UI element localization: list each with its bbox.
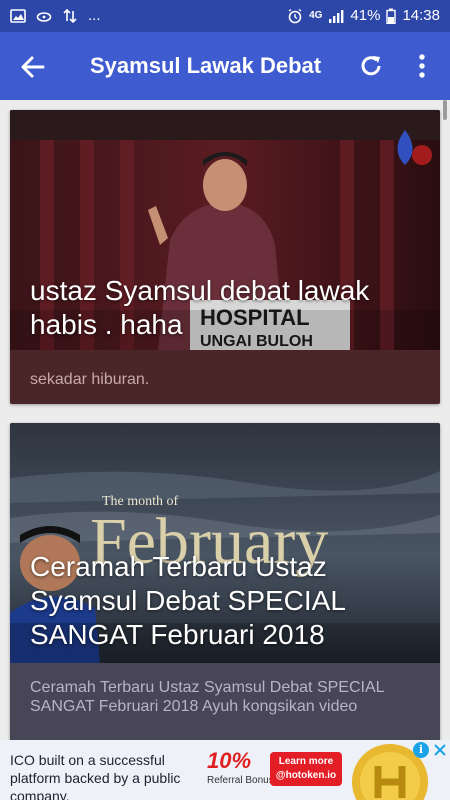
data-transfer-icon bbox=[63, 8, 77, 24]
app-bar: Syamsul Lawak Debat bbox=[0, 32, 450, 100]
video-title[interactable]: Ceramah Terbaru Ustaz Syamsul Debat SPEC… bbox=[30, 550, 425, 652]
ad-banner[interactable]: ICO built on a successful platform backe… bbox=[0, 740, 450, 800]
ad-cta-line1: Learn more bbox=[278, 756, 334, 767]
video-feed[interactable]: HOSPITAL UNGAI BULOH ustaz Syamsul debat… bbox=[0, 100, 450, 740]
video-card[interactable]: The month of February Ceramah Terbaru Us… bbox=[10, 423, 440, 740]
more-options-icon[interactable] bbox=[410, 51, 434, 81]
clock: 14:38 bbox=[402, 7, 440, 24]
ad-percent: 10% bbox=[207, 748, 252, 773]
scrollbar[interactable] bbox=[443, 100, 447, 120]
refresh-icon[interactable] bbox=[356, 51, 386, 81]
ad-text: ICO built on a successful platform backe… bbox=[10, 752, 181, 800]
battery-percent: 41% bbox=[350, 7, 381, 24]
status-bar: ... 4G 41% 14:38 bbox=[0, 0, 450, 32]
ad-referral-label: Referral Bonus bbox=[207, 775, 274, 786]
battery-icon bbox=[386, 8, 397, 24]
ad-learn-more-button[interactable]: Learn more @hotoken.io bbox=[270, 752, 342, 786]
video-title[interactable]: ustaz Syamsul debat lawak habis . haha bbox=[30, 274, 425, 342]
alarm-icon bbox=[288, 8, 302, 24]
image-icon bbox=[10, 9, 26, 23]
network-type: 4G bbox=[309, 10, 323, 21]
back-arrow-icon[interactable] bbox=[18, 52, 48, 82]
ad-cta-line2: @hotoken.io bbox=[275, 770, 337, 781]
more-notifications: ... bbox=[88, 7, 101, 24]
video-card[interactable]: HOSPITAL UNGAI BULOH ustaz Syamsul debat… bbox=[10, 110, 440, 404]
signal-icon bbox=[329, 10, 344, 23]
ad-close-icon[interactable] bbox=[432, 742, 448, 758]
video-description: sekadar hiburan. bbox=[30, 371, 150, 388]
cloud-icon bbox=[36, 12, 52, 22]
ad-info-icon[interactable]: i bbox=[413, 742, 429, 758]
video-description: Ceramah Terbaru Ustaz Syamsul Debat SPEC… bbox=[30, 679, 384, 715]
page-title: Syamsul Lawak Debat bbox=[90, 53, 322, 78]
